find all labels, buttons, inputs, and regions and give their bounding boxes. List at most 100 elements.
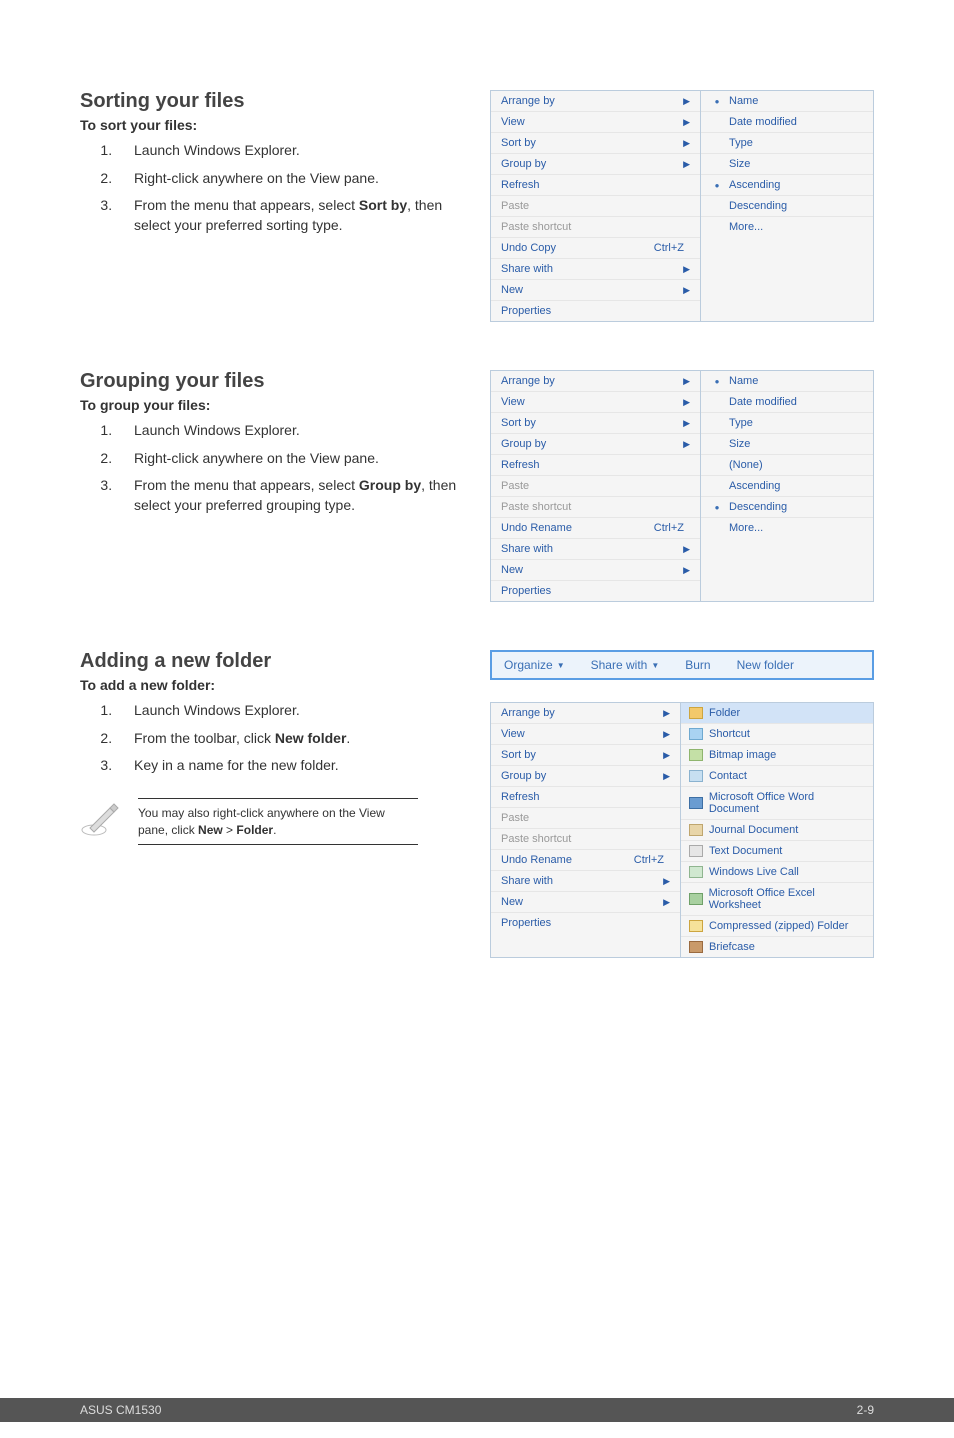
burn-button[interactable]: Burn (685, 658, 710, 672)
menu-item[interactable]: Refresh (491, 175, 700, 196)
submenu-item-label: Ascending (729, 480, 780, 492)
step-item: From the menu that appears, select Sort … (116, 196, 470, 235)
submenu-item-label: Descending (729, 501, 787, 513)
menu-item[interactable]: Properties (491, 913, 680, 933)
menu-item[interactable]: Arrange by▶ (491, 703, 680, 724)
menu-item[interactable]: View▶ (491, 112, 700, 133)
menu-item: Paste shortcut (491, 829, 680, 850)
submenu-item[interactable]: Ascending (701, 476, 873, 497)
submenu-item-label: (None) (729, 459, 763, 471)
submenu-item[interactable]: Compressed (zipped) Folder (681, 916, 873, 937)
submenu-item[interactable]: Type (701, 133, 873, 154)
submenu-arrow-icon: ▶ (663, 729, 670, 740)
menu-item-label: Paste shortcut (501, 833, 670, 845)
menu-item[interactable]: Undo RenameCtrl+Z (491, 850, 680, 871)
menu-item[interactable]: Refresh (491, 455, 700, 476)
submenu-item-label: Microsoft Office Excel Worksheet (709, 887, 865, 911)
submenu-item[interactable]: ●Name (701, 91, 873, 112)
submenu-item-label: Shortcut (709, 728, 750, 740)
menu-item[interactable]: Share with▶ (491, 539, 700, 560)
menu-item-label: Paste (501, 480, 690, 492)
submenu-item[interactable]: Folder (681, 703, 873, 724)
context-menu-sort: Arrange by▶View▶Sort by▶Group by▶Refresh… (490, 90, 874, 322)
menu-item[interactable]: Undo RenameCtrl+Z (491, 518, 700, 539)
submenu-item[interactable]: Microsoft Office Excel Worksheet (681, 883, 873, 916)
menu-item[interactable]: Sort by▶ (491, 745, 680, 766)
submenu-item[interactable]: (None) (701, 455, 873, 476)
footer-right: 2-9 (857, 1403, 874, 1417)
ic-brief-icon (689, 941, 703, 953)
menu-item[interactable]: Properties (491, 301, 700, 321)
menu-item[interactable]: Group by▶ (491, 434, 700, 455)
menu-item-label: Refresh (501, 459, 690, 471)
menu-item: Paste (491, 476, 700, 497)
submenu-item[interactable]: Microsoft Office Word Document (681, 787, 873, 820)
submenu-item[interactable]: Briefcase (681, 937, 873, 957)
menu-item[interactable]: Group by▶ (491, 154, 700, 175)
submenu-item[interactable]: Date modified (701, 112, 873, 133)
share-with-button[interactable]: Share with ▼ (591, 658, 660, 672)
submenu-item[interactable]: Shortcut (681, 724, 873, 745)
menu-item[interactable]: View▶ (491, 392, 700, 413)
submenu-item[interactable]: Windows Live Call (681, 862, 873, 883)
menu-item[interactable]: Undo CopyCtrl+Z (491, 238, 700, 259)
submenu-item[interactable]: More... (701, 217, 873, 237)
menu-item[interactable]: New▶ (491, 892, 680, 913)
menu-item[interactable]: Refresh (491, 787, 680, 808)
menu-item[interactable]: View▶ (491, 724, 680, 745)
submenu-item[interactable]: More... (701, 518, 873, 538)
submenu-item[interactable]: Bitmap image (681, 745, 873, 766)
submenu-item[interactable]: Size (701, 434, 873, 455)
submenu-item-label: Name (729, 375, 758, 387)
step-item: Right-click anywhere on the View pane. (116, 169, 470, 189)
submenu-item[interactable]: ●Ascending (701, 175, 873, 196)
submenu-item-label: Date modified (729, 396, 797, 408)
menu-item-label: Undo Copy (501, 242, 654, 254)
submenu-item[interactable]: Date modified (701, 392, 873, 413)
submenu-item[interactable]: Type (701, 413, 873, 434)
submenu-arrow-icon: ▶ (683, 565, 690, 576)
bullet-icon: ● (709, 503, 725, 512)
menu-item-label: View (501, 396, 683, 408)
submenu-item[interactable]: Text Document (681, 841, 873, 862)
submenu-item[interactable]: Size (701, 154, 873, 175)
menu-item[interactable]: Arrange by▶ (491, 91, 700, 112)
menu-item-label: Arrange by (501, 707, 663, 719)
submenu-item-label: Contact (709, 770, 747, 782)
submenu-item[interactable]: ● Descending (701, 497, 873, 518)
new-folder-button[interactable]: New folder (737, 658, 794, 672)
submenu-item[interactable]: Descending (701, 196, 873, 217)
submenu-item-label: Date modified (729, 116, 797, 128)
menu-item-label: Undo Rename (501, 854, 634, 866)
menu-item-label: Share with (501, 875, 663, 887)
submenu-item[interactable]: ● Name (701, 371, 873, 392)
submenu-arrow-icon: ▶ (663, 876, 670, 887)
menu-item[interactable]: New▶ (491, 560, 700, 581)
menu-item[interactable]: Sort by▶ (491, 413, 700, 434)
menu-item[interactable]: Sort by▶ (491, 133, 700, 154)
submenu-arrow-icon: ▶ (683, 117, 690, 128)
heading-sorting: Sorting your files (80, 90, 470, 113)
menu-item-label: Share with (501, 263, 683, 275)
submenu-item-label: Compressed (zipped) Folder (709, 920, 848, 932)
menu-item[interactable]: New▶ (491, 280, 700, 301)
subhead-grouping: To group your files: (80, 397, 470, 413)
menu-item[interactable]: Properties (491, 581, 700, 601)
submenu-arrow-icon: ▶ (683, 544, 690, 555)
submenu-arrow-icon: ▶ (663, 708, 670, 719)
submenu-arrow-icon: ▶ (683, 96, 690, 107)
bullet-icon: ● (709, 377, 725, 386)
ic-text-icon (689, 845, 703, 857)
organize-button[interactable]: Organize ▼ (504, 658, 565, 672)
submenu-item[interactable]: Journal Document (681, 820, 873, 841)
submenu-item-label: Ascending (729, 179, 780, 191)
menu-item[interactable]: Share with▶ (491, 259, 700, 280)
heading-grouping: Grouping your files (80, 370, 470, 393)
submenu-item-label: More... (729, 522, 763, 534)
menu-item[interactable]: Group by▶ (491, 766, 680, 787)
submenu-item[interactable]: Contact (681, 766, 873, 787)
caret-icon: ▼ (557, 661, 565, 670)
subhead-sorting: To sort your files: (80, 117, 470, 133)
menu-item[interactable]: Arrange by▶ (491, 371, 700, 392)
menu-item[interactable]: Share with▶ (491, 871, 680, 892)
